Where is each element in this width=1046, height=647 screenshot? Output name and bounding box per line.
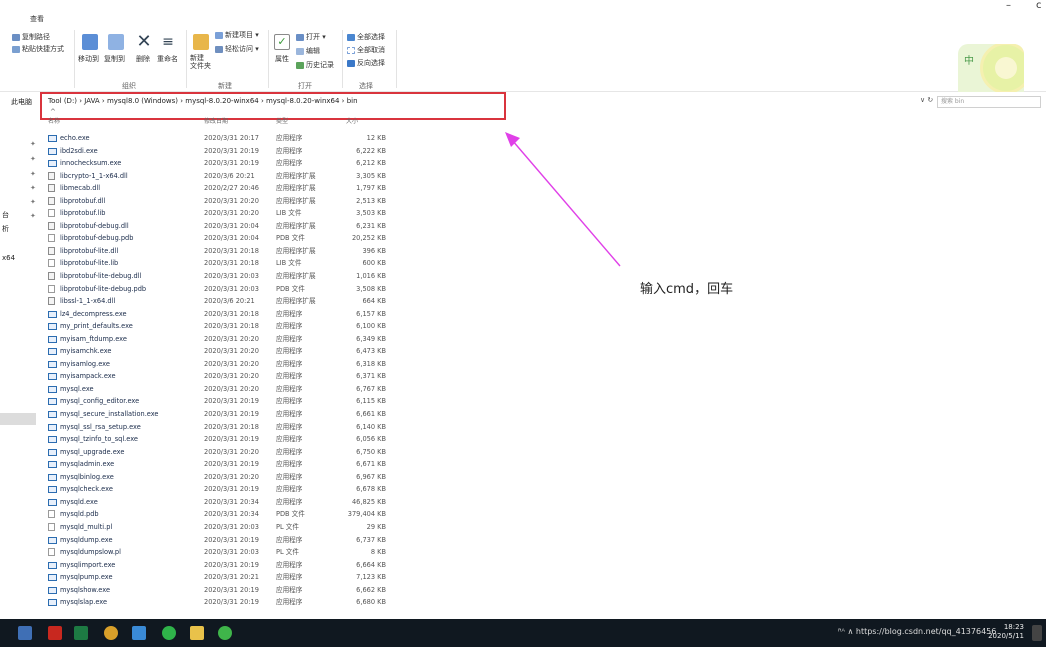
arrow-line — [511, 139, 621, 267]
clock[interactable]: 18:23 2020/5/11 — [988, 623, 1024, 641]
system-tray[interactable]: ᴿᴬ ∧ https://blog.csdn.net/qq_41376456 — [838, 627, 996, 636]
wechat-app-icon[interactable] — [218, 626, 232, 640]
file-explorer-app-icon[interactable] — [190, 626, 204, 640]
start-app-icon[interactable] — [18, 626, 32, 640]
annotation-text: 输入cmd，回车 — [640, 282, 734, 297]
chrome-app-icon[interactable] — [104, 626, 118, 640]
taskbar: ᴿᴬ ∧ https://blog.csdn.net/qq_41376456 1… — [0, 619, 1046, 647]
chat-app-icon[interactable] — [162, 626, 176, 640]
pdf-app-icon[interactable] — [48, 626, 62, 640]
excel-app-icon[interactable] — [74, 626, 88, 640]
notification-icon[interactable] — [1032, 625, 1042, 641]
edge-app-icon[interactable] — [132, 626, 146, 640]
arrow-head — [505, 132, 520, 147]
annotation-arrow — [505, 132, 621, 267]
